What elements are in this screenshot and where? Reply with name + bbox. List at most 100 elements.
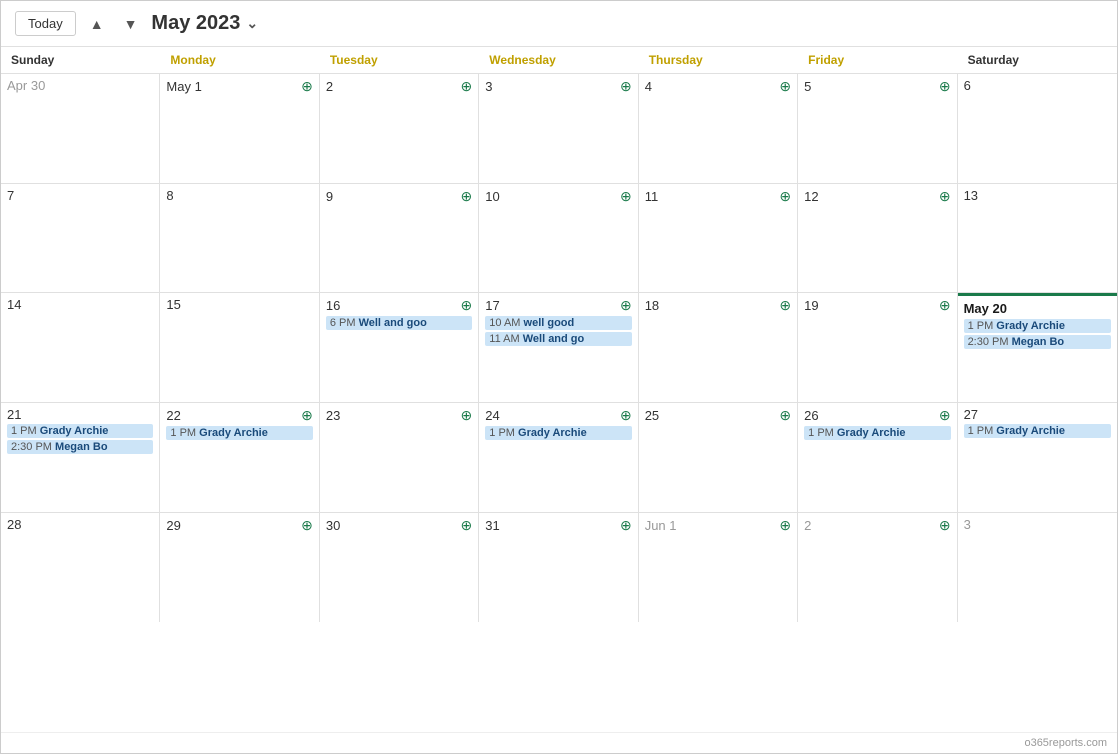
day-cell-3-4[interactable]: 25⊕ — [639, 403, 798, 512]
day-number-label: 2 — [804, 518, 811, 533]
add-event-icon[interactable]: ⊕ — [779, 517, 791, 534]
today-button[interactable]: Today — [15, 11, 76, 36]
add-event-icon[interactable]: ⊕ — [620, 297, 632, 314]
event-time: 1 PM — [11, 425, 40, 437]
day-cell-2-3[interactable]: 17 ⊕ 10 AM well good 11 AM Well and go — [479, 293, 638, 402]
event-time: 1 PM — [968, 425, 997, 437]
add-event-icon[interactable]: ⊕ — [620, 407, 632, 424]
add-event-icon[interactable]: ⊕ — [779, 78, 791, 95]
header-thursday: Thursday — [639, 47, 798, 73]
event-item[interactable]: 1 PM Grady Archie — [166, 426, 312, 440]
day-cell-3-1[interactable]: 22⊕1 PM Grady Archie — [160, 403, 319, 512]
day-cell-2-6[interactable]: May 20⊕1 PM Grady Archie2:30 PM Megan Bo — [958, 293, 1117, 402]
day-cell-3-5[interactable]: 26⊕1 PM Grady Archie — [798, 403, 957, 512]
event-item[interactable]: 11 AM Well and go — [485, 332, 631, 346]
week-row-4: 2829⊕30⊕31⊕Jun 1⊕2⊕3 — [1, 513, 1117, 623]
day-cell-0-5[interactable]: 5⊕ — [798, 74, 957, 183]
add-event-icon[interactable]: ⊕ — [461, 78, 473, 95]
day-cell-4-0[interactable]: 28 — [1, 513, 160, 623]
day-cell-2-4[interactable]: 18 ⊕ — [639, 293, 798, 402]
day-cell-0-4[interactable]: 4⊕ — [639, 74, 798, 183]
day-cell-2-5[interactable]: 19⊕ — [798, 293, 957, 402]
event-item[interactable]: 1 PM Grady Archie — [7, 424, 153, 438]
day-cell-1-2[interactable]: 9⊕ — [320, 184, 479, 293]
day-cell-1-3[interactable]: 10 ⊕ — [479, 184, 638, 293]
day-cell-2-0[interactable]: 14 — [1, 293, 160, 402]
header-tuesday: Tuesday — [320, 47, 479, 73]
day-cell-1-0[interactable]: 7 — [1, 184, 160, 293]
event-item[interactable]: 1 PM Grady Archie — [485, 426, 631, 440]
day-cell-3-0[interactable]: 211 PM Grady Archie2:30 PM Megan Bo — [1, 403, 160, 512]
add-event-icon[interactable]: ⊕ — [461, 517, 473, 534]
day-number-label: May 20 — [964, 301, 1007, 316]
event-item[interactable]: 10 AM well good — [485, 316, 631, 330]
add-event-icon[interactable]: ⊕ — [301, 407, 313, 424]
day-cell-3-3[interactable]: 24⊕1 PM Grady Archie — [479, 403, 638, 512]
event-item[interactable]: 1 PM Grady Archie — [964, 424, 1111, 438]
add-event-icon[interactable]: ⊕ — [779, 188, 791, 205]
event-item[interactable]: 1 PM Grady Archie — [804, 426, 950, 440]
day-cell-1-6[interactable]: 13 — [958, 184, 1117, 293]
month-title-text: May 2023 — [151, 12, 240, 35]
day-cell-0-1[interactable]: May 1⊕ — [160, 74, 319, 183]
event-title: Grady Archie — [518, 427, 587, 439]
day-cell-0-3[interactable]: 3⊕ — [479, 74, 638, 183]
event-title: Megan Bo — [1012, 336, 1065, 348]
add-event-icon[interactable]: ⊕ — [779, 297, 791, 314]
event-title: Grady Archie — [996, 425, 1065, 437]
day-number-label: 18 — [645, 298, 659, 313]
add-event-icon[interactable]: ⊕ — [301, 517, 313, 534]
week-row-2: 1415 16 ⊕ 6 PM Well and goo 17 ⊕ 10 AM well go… — [1, 293, 1117, 403]
add-event-icon[interactable]: ⊕ — [461, 407, 473, 424]
day-cell-4-6[interactable]: 3 — [958, 513, 1117, 623]
event-item[interactable]: 2:30 PM Megan Bo — [7, 440, 153, 454]
day-number-label: 27 — [964, 407, 978, 422]
day-cell-0-6[interactable]: 6 — [958, 74, 1117, 183]
day-cell-2-2[interactable]: 16 ⊕ 6 PM Well and goo — [320, 293, 479, 402]
header-saturday: Saturday — [958, 47, 1117, 73]
day-cell-4-1[interactable]: 29⊕ — [160, 513, 319, 623]
day-cell-4-5[interactable]: 2⊕ — [798, 513, 957, 623]
add-event-icon[interactable]: ⊕ — [939, 78, 951, 95]
day-cell-4-3[interactable]: 31⊕ — [479, 513, 638, 623]
day-cell-4-2[interactable]: 30 ⊕ — [320, 513, 479, 623]
day-number-label: Apr 30 — [7, 78, 45, 93]
add-event-icon[interactable]: ⊕ — [301, 78, 313, 95]
day-cell-3-2[interactable]: 23⊕ — [320, 403, 479, 512]
add-event-icon[interactable]: ⊕ — [779, 407, 791, 424]
day-number-label: 16 — [326, 298, 340, 313]
header-monday: Monday — [160, 47, 319, 73]
event-item[interactable]: 2:30 PM Megan Bo — [964, 335, 1111, 349]
event-title: Grady Archie — [996, 320, 1065, 332]
add-event-icon[interactable]: ⊕ — [461, 188, 473, 205]
add-event-icon[interactable]: ⊕ — [620, 517, 632, 534]
event-time: 11 AM — [489, 333, 522, 345]
next-button[interactable]: ▼ — [118, 12, 144, 36]
prev-button[interactable]: ▲ — [84, 12, 110, 36]
event-title: Well and goo — [359, 317, 427, 329]
add-event-icon[interactable]: ⊕ — [461, 297, 473, 314]
month-dropdown-icon[interactable]: ⌄ — [246, 15, 258, 32]
day-cell-3-6[interactable]: 27 1 PM Grady Archie — [958, 403, 1117, 512]
add-event-icon[interactable]: ⊕ — [620, 78, 632, 95]
day-cell-1-1[interactable]: 8 — [160, 184, 319, 293]
day-cell-0-2[interactable]: 2⊕ — [320, 74, 479, 183]
header-friday: Friday — [798, 47, 957, 73]
day-number-label: 3 — [964, 517, 971, 532]
add-event-icon[interactable]: ⊕ — [939, 407, 951, 424]
day-number-label: 30 — [326, 518, 340, 533]
day-number-label: 17 — [485, 298, 499, 313]
day-cell-1-4[interactable]: 11⊕ — [639, 184, 798, 293]
day-cell-2-1[interactable]: 15 — [160, 293, 319, 402]
day-cell-1-5[interactable]: 12⊕ — [798, 184, 957, 293]
add-event-icon[interactable]: ⊕ — [939, 188, 951, 205]
add-event-icon[interactable]: ⊕ — [939, 297, 951, 314]
event-item[interactable]: 6 PM Well and goo — [326, 316, 472, 330]
add-event-icon[interactable]: ⊕ — [620, 188, 632, 205]
day-cell-4-4[interactable]: Jun 1⊕ — [639, 513, 798, 623]
event-item[interactable]: 1 PM Grady Archie — [964, 319, 1111, 333]
add-event-icon[interactable]: ⊕ — [939, 517, 951, 534]
day-number-label: 10 — [485, 189, 499, 204]
day-cell-0-0[interactable]: Apr 30 — [1, 74, 160, 183]
watermark: o365reports.com — [1024, 737, 1107, 749]
